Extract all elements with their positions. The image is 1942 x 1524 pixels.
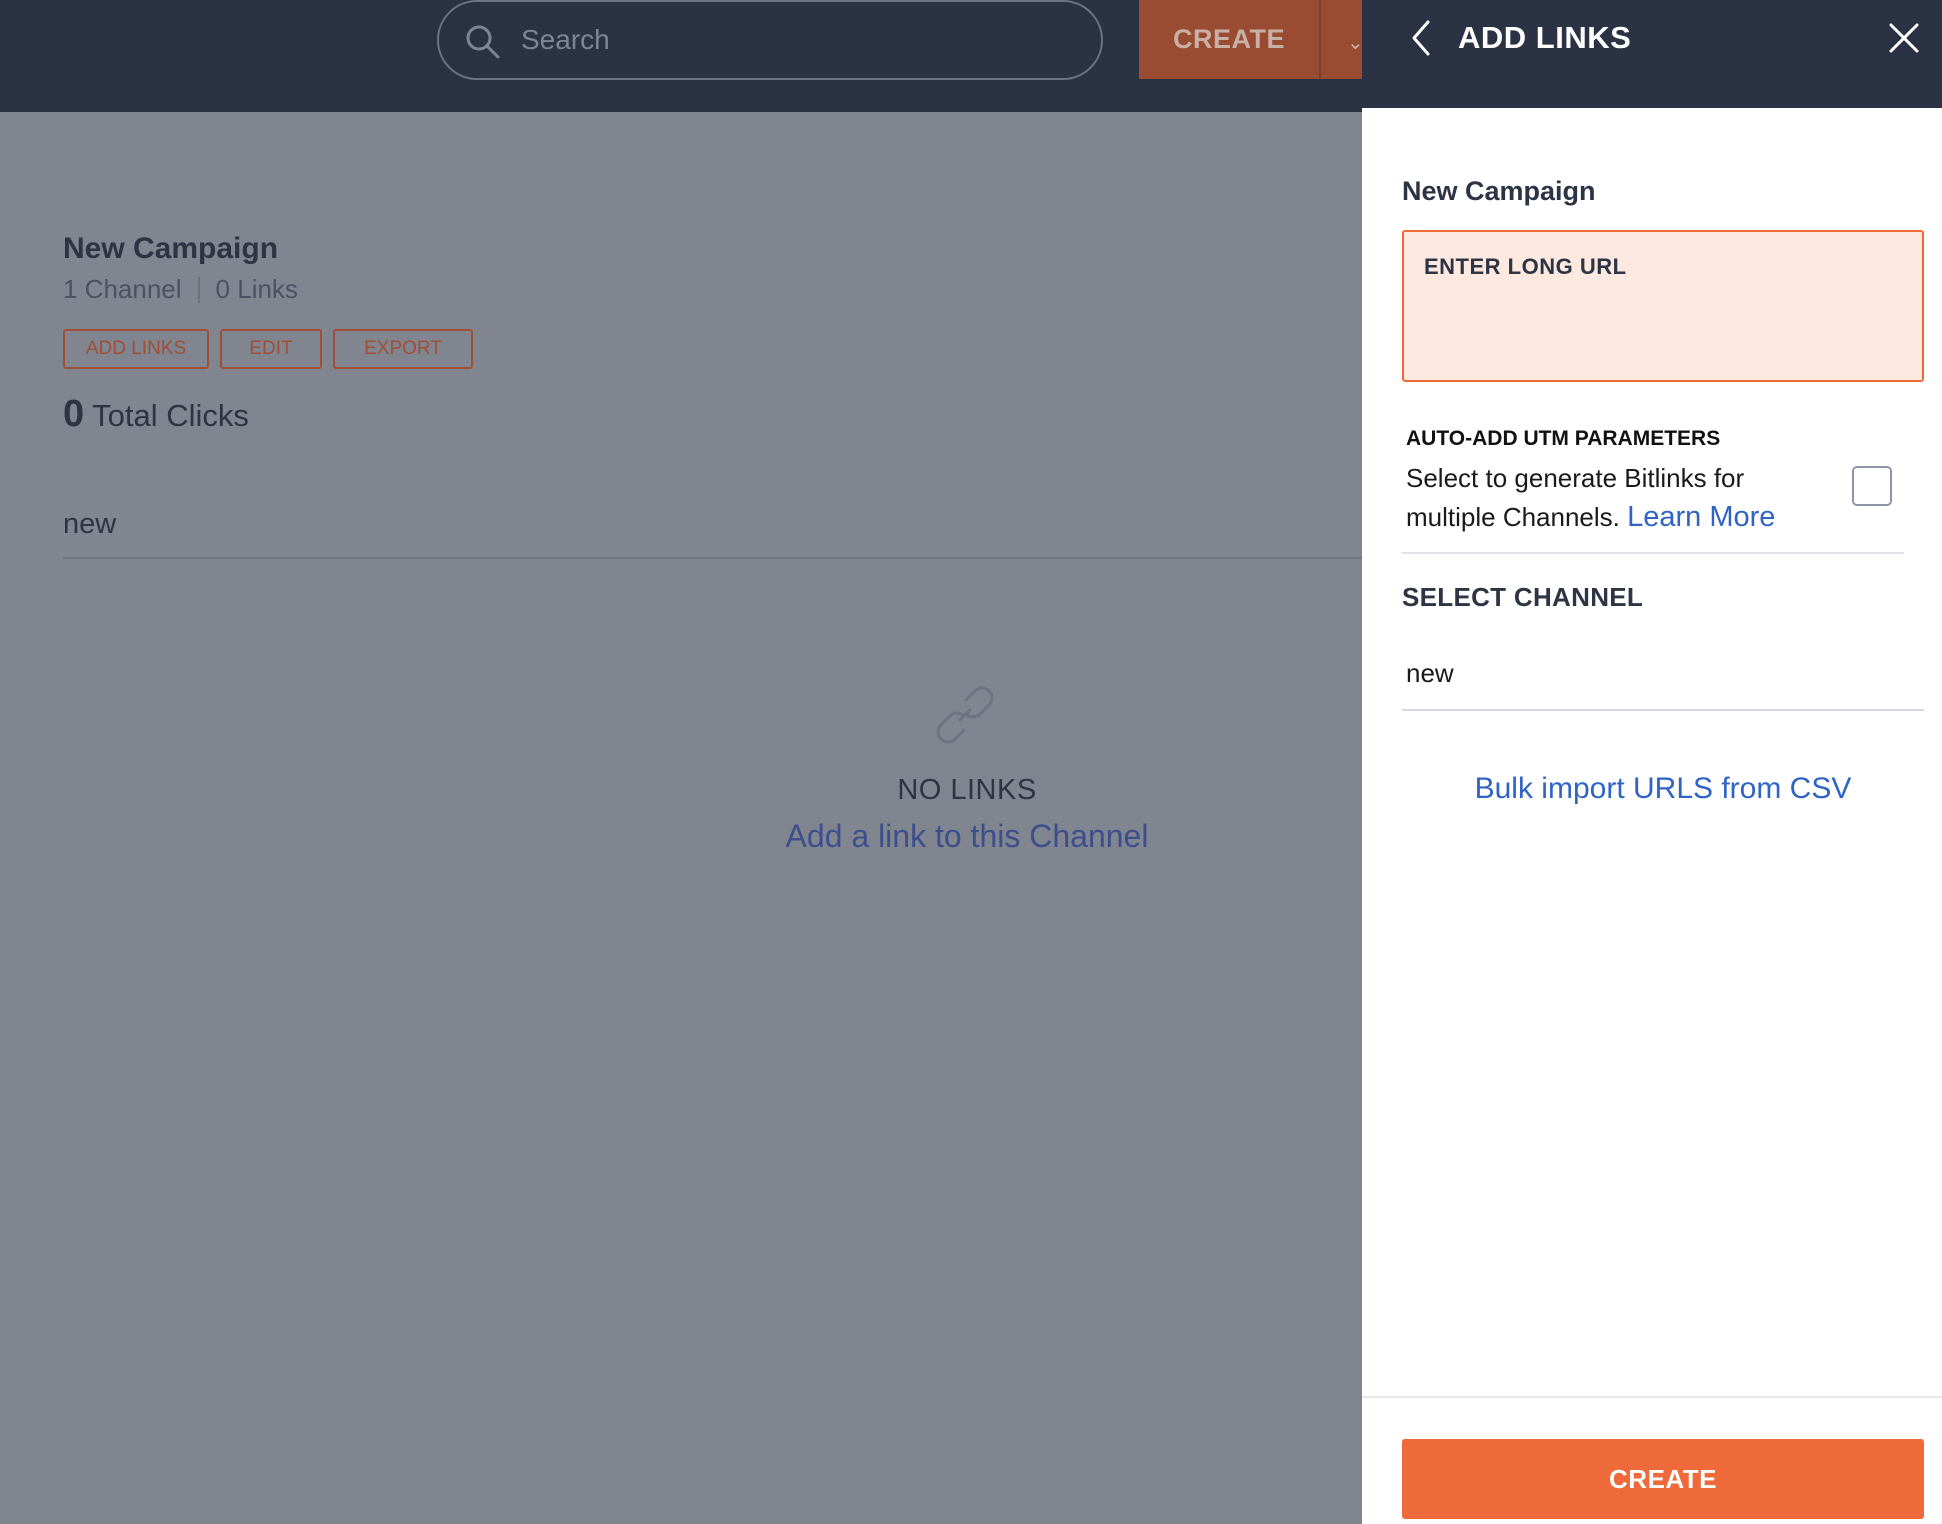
link-icon (930, 680, 1000, 750)
total-clicks-value: 0 (63, 393, 85, 435)
channel-select-underline (1402, 709, 1924, 711)
search-bar[interactable]: Search (437, 0, 1103, 80)
export-button[interactable]: EXPORT (333, 329, 473, 369)
utm-checkbox[interactable] (1852, 466, 1892, 506)
add-links-drawer: ADD LINKS New Campaign AUTO-ADD UTM PARA… (1362, 0, 1942, 1524)
campaign-actions: ADD LINKS EDIT EXPORT (63, 329, 473, 369)
link-count: 0 Links (215, 274, 298, 304)
total-clicks: 0 Total Clicks (63, 393, 249, 436)
search-placeholder[interactable]: Search (521, 24, 610, 56)
create-button[interactable]: CREATE (1139, 0, 1319, 79)
bulk-import-link[interactable]: Bulk import URLS from CSV (1402, 772, 1924, 806)
meta-separator (197, 276, 200, 303)
utm-title: AUTO-ADD UTM PARAMETERS (1406, 427, 1721, 450)
back-arrow-icon[interactable] (1406, 18, 1436, 58)
utm-description: Select to generate Bitlinks for multiple… (1406, 459, 1826, 537)
add-links-button[interactable]: ADD LINKS (63, 329, 209, 369)
drawer-campaign-name: New Campaign (1402, 176, 1596, 206)
create-links-button[interactable]: CREATE (1402, 1439, 1924, 1519)
edit-button[interactable]: EDIT (220, 329, 322, 369)
learn-more-link[interactable]: Learn More (1627, 501, 1775, 533)
long-url-input[interactable] (1402, 230, 1924, 382)
drawer-header: ADD LINKS (1362, 0, 1942, 108)
create-dropdown-button[interactable]: ⌄ (1319, 0, 1364, 79)
total-clicks-label: Total Clicks (92, 398, 249, 433)
drawer-title: ADD LINKS (1458, 20, 1632, 55)
channel-tab-new[interactable]: new (63, 508, 116, 541)
close-icon[interactable] (1888, 22, 1920, 54)
utm-divider (1402, 552, 1904, 554)
search-icon (465, 24, 501, 60)
footer-divider (1362, 1396, 1942, 1398)
channel-divider (63, 557, 1362, 559)
channel-select[interactable]: new (1406, 658, 1454, 689)
channel-count: 1 Channel (63, 274, 182, 304)
select-channel-label: SELECT CHANNEL (1402, 582, 1644, 612)
campaign-title: New Campaign (63, 232, 279, 265)
campaign-meta: 1 Channel 0 Links (63, 274, 298, 305)
